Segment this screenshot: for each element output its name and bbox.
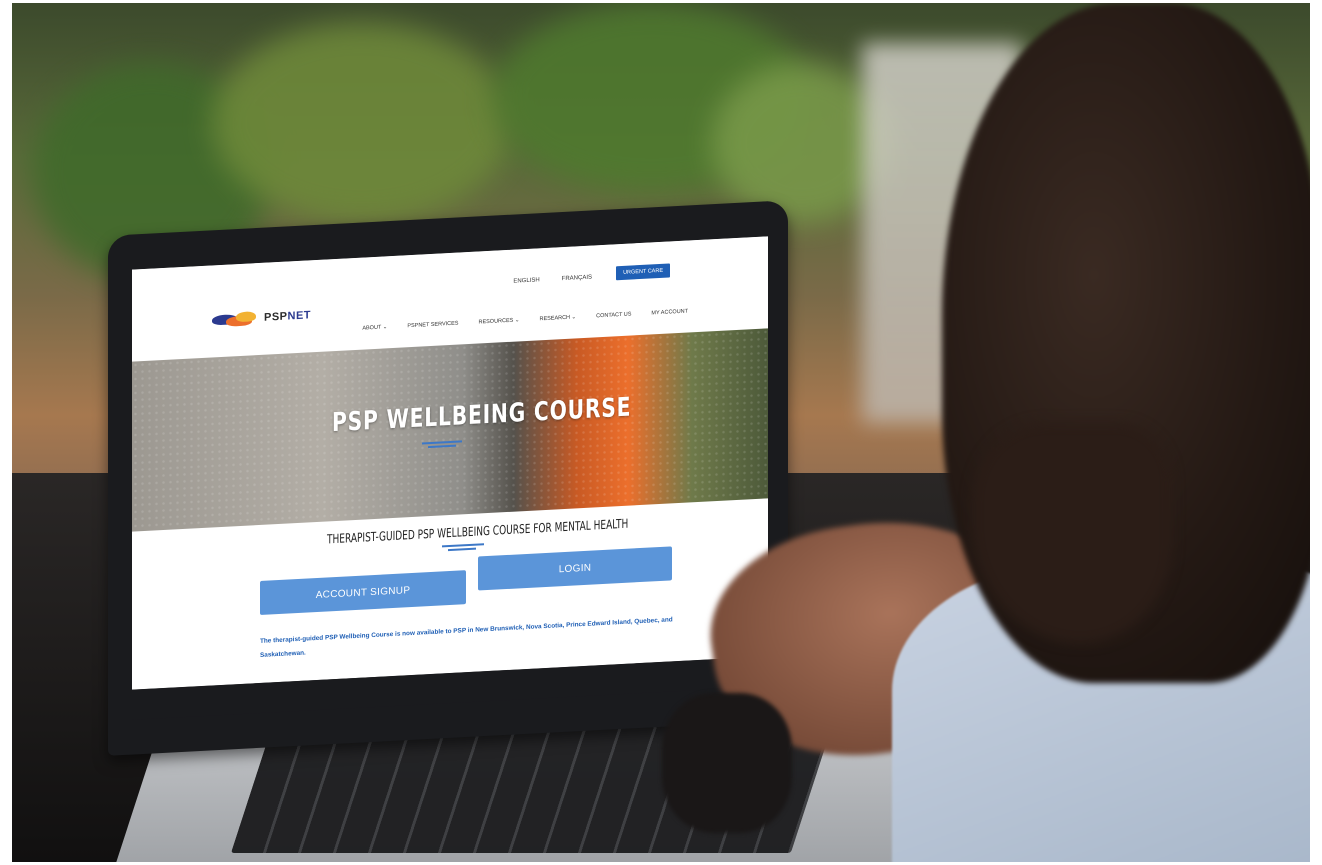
background-plant — [212, 23, 512, 223]
login-button[interactable]: LOGIN — [478, 546, 672, 591]
person-watch — [662, 693, 792, 833]
photo-scene: PSPNET ENGLISH FRANÇAIS URGENT CARE ABOU… — [12, 3, 1310, 862]
logo-text: PSPNET — [264, 309, 312, 324]
section-divider — [442, 543, 484, 548]
nav-contact-us[interactable]: CONTACT US — [596, 311, 631, 319]
hero-banner: PSP WELLBEING COURSE — [132, 328, 768, 532]
nav-research[interactable]: RESEARCH ⌄ — [539, 314, 576, 322]
nav-resources[interactable]: RESOURCES ⌄ — [478, 317, 519, 325]
main-nav: ABOUT ⌄ PSPNET SERVICES RESOURCES ⌄ RESE… — [362, 309, 688, 332]
language-english-link[interactable]: ENGLISH — [513, 277, 539, 284]
availability-notice: The therapist-guided PSP Wellbeing Cours… — [260, 616, 673, 659]
language-french-link[interactable]: FRANÇAIS — [562, 275, 592, 283]
pspnet-wave-logo-icon — [212, 311, 260, 328]
urgent-care-button[interactable]: URGENT CARE — [616, 263, 670, 281]
laptop-screen: PSPNET ENGLISH FRANÇAIS URGENT CARE ABOU… — [132, 236, 768, 690]
nav-about[interactable]: ABOUT ⌄ — [362, 324, 387, 331]
site-logo[interactable]: PSPNET — [212, 308, 311, 327]
section-divider — [448, 547, 476, 552]
section-title: THERAPIST-GUIDED PSP WELLBEING COURSE FO… — [327, 515, 629, 547]
nav-pspnet-services[interactable]: PSPNET SERVICES — [407, 321, 458, 330]
account-signup-button[interactable]: ACCOUNT SIGNUP — [260, 570, 466, 615]
nav-my-account[interactable]: MY ACCOUNT — [651, 309, 688, 317]
